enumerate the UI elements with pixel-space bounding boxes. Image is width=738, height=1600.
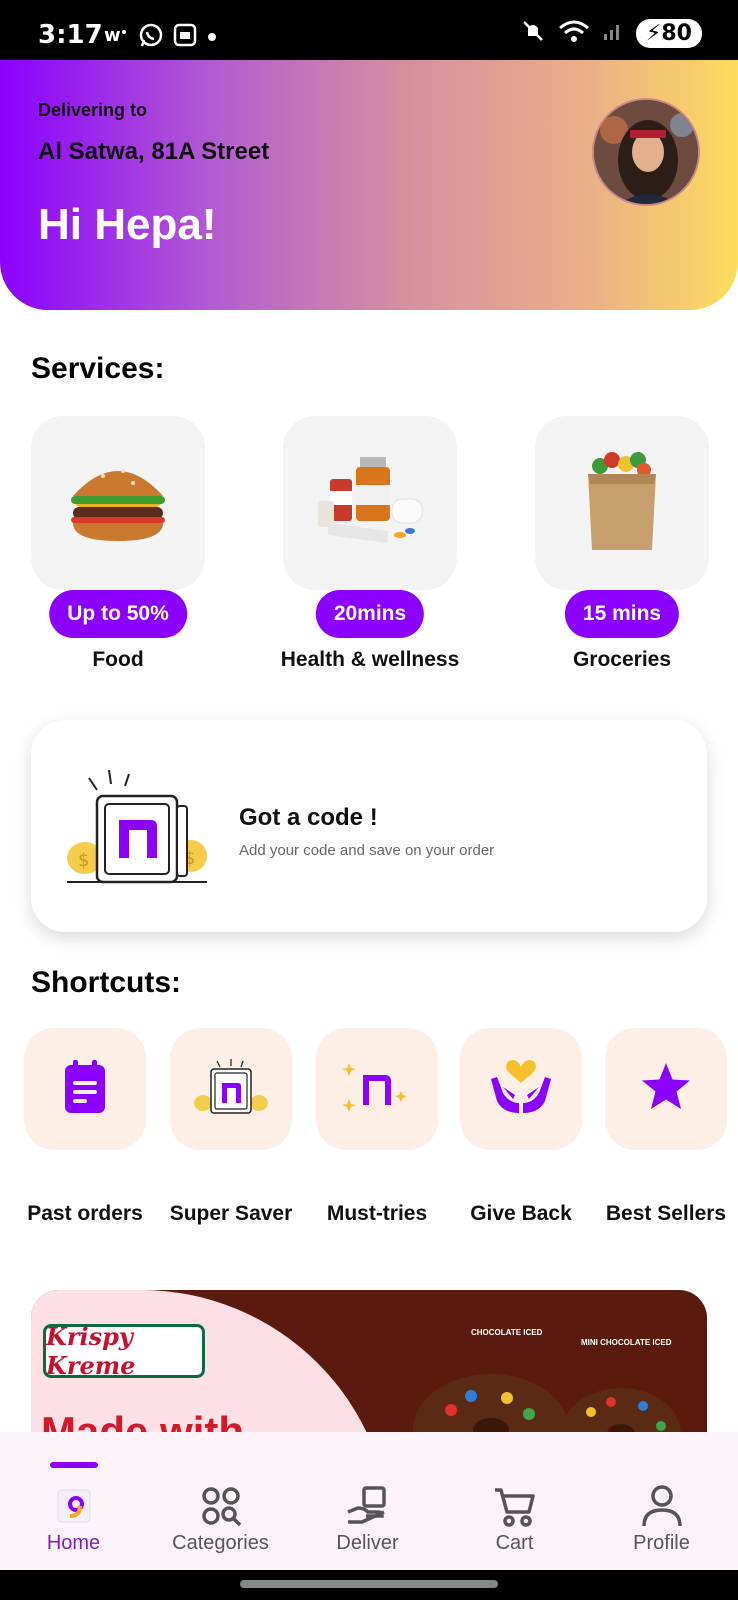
cart-icon bbox=[491, 1482, 539, 1530]
clipboard-icon bbox=[61, 1059, 109, 1120]
nav-deliver[interactable]: Deliver bbox=[294, 1432, 441, 1570]
star-icon bbox=[639, 1061, 693, 1118]
nav-cart[interactable]: Cart bbox=[441, 1432, 588, 1570]
safe-icon bbox=[193, 1058, 269, 1120]
banner-tag-chocolate: CHOCOLATE ICED bbox=[471, 1328, 543, 1337]
system-nav-bar bbox=[0, 1570, 738, 1600]
shortcut-give-back-label: Give Back bbox=[470, 1202, 572, 1225]
battery-level: 80 bbox=[661, 21, 692, 46]
service-health-label: Health & wellness bbox=[280, 648, 460, 671]
nav-categories-label: Categories bbox=[172, 1532, 269, 1554]
deliver-icon bbox=[344, 1482, 392, 1530]
services-title: Services: bbox=[31, 352, 165, 385]
service-health-badge: 20mins bbox=[315, 590, 425, 638]
nav-categories[interactable]: Categories bbox=[147, 1432, 294, 1570]
system-icons: ⚡80 bbox=[520, 18, 702, 49]
shortcuts-title: Shortcuts: bbox=[31, 966, 181, 999]
service-groceries-label: Groceries bbox=[572, 648, 672, 671]
bottom-navigation: Home Categories Deliver Cart Profile bbox=[0, 1432, 738, 1570]
wifi-icon bbox=[558, 18, 590, 49]
safe-coins-icon: $ $ bbox=[67, 768, 207, 893]
shortcut-must-tries-label: Must-tries bbox=[326, 1202, 428, 1225]
header-banner: Delivering to Al Satwa, 81A Street Hi He… bbox=[0, 60, 738, 310]
nav-active-indicator bbox=[49, 1462, 98, 1468]
nav-home-label: Home bbox=[46, 1532, 101, 1554]
service-food[interactable]: Up to 50% Food bbox=[31, 416, 205, 671]
svg-text:w: w bbox=[104, 25, 121, 46]
mute-icon bbox=[520, 18, 546, 49]
service-health-tile[interactable] bbox=[283, 416, 457, 590]
nav-profile-label: Profile bbox=[633, 1532, 690, 1554]
avatar[interactable] bbox=[592, 98, 700, 206]
home-app-icon bbox=[50, 1482, 98, 1530]
service-food-tile[interactable] bbox=[31, 416, 205, 590]
code-card-subtitle: Add your code and save on your order bbox=[239, 842, 495, 859]
dot-icon bbox=[206, 27, 218, 48]
battery-indicator: ⚡80 bbox=[635, 19, 702, 48]
shortcut-past-orders[interactable]: Past orders bbox=[24, 1028, 146, 1225]
burger-icon bbox=[63, 451, 173, 556]
brand-logo-text: Krispy Kreme bbox=[46, 1322, 136, 1380]
service-groceries-badge: 15 mins bbox=[564, 590, 680, 638]
shortcut-must-tries[interactable]: Must-tries bbox=[316, 1028, 438, 1225]
service-groceries[interactable]: 15 mins Groceries bbox=[535, 416, 709, 671]
nav-cart-label: Cart bbox=[495, 1532, 534, 1554]
signal-icon bbox=[602, 20, 624, 47]
promo-code-card[interactable]: $ $ Got a code ! Add your code and save … bbox=[31, 720, 707, 932]
banner-tag-mini: MINI CHOCOLATE ICED bbox=[581, 1338, 672, 1347]
code-card-title: Got a code ! bbox=[239, 804, 378, 831]
heart-hands-icon bbox=[489, 1059, 553, 1120]
shortcut-must-tries-tile[interactable] bbox=[316, 1028, 438, 1150]
home-gesture-bar[interactable] bbox=[240, 1580, 498, 1588]
nav-home[interactable]: Home bbox=[0, 1432, 147, 1570]
shortcut-super-saver-label: Super Saver bbox=[169, 1202, 293, 1225]
shortcut-past-orders-label: Past orders bbox=[27, 1202, 143, 1225]
delivering-label: Delivering to bbox=[38, 100, 148, 120]
medicine-icon bbox=[310, 451, 430, 556]
grocery-bag-icon bbox=[582, 446, 662, 561]
status-time: 3:17 bbox=[38, 20, 103, 50]
service-food-badge: Up to 50% bbox=[49, 590, 187, 638]
battery-icon: ⚡ bbox=[645, 21, 662, 46]
sparkle-n-icon bbox=[339, 1055, 415, 1124]
service-groceries-tile[interactable] bbox=[535, 416, 709, 590]
shortcut-give-back[interactable]: Give Back bbox=[460, 1028, 582, 1225]
categories-icon bbox=[197, 1482, 245, 1530]
shortcut-super-saver[interactable]: Super Saver bbox=[170, 1028, 292, 1225]
brand-logo: Krispy Kreme bbox=[43, 1322, 205, 1380]
shortcut-past-orders-tile[interactable] bbox=[24, 1028, 146, 1150]
shortcut-best-sellers-tile[interactable] bbox=[605, 1028, 727, 1150]
greeting: Hi Hepa! bbox=[38, 200, 217, 249]
nav-deliver-label: Deliver bbox=[336, 1532, 399, 1554]
wechat-icon: w bbox=[104, 24, 130, 51]
whatsapp-icon bbox=[138, 22, 164, 53]
shortcut-give-back-tile[interactable] bbox=[460, 1028, 582, 1150]
notification-icons: w bbox=[104, 22, 218, 53]
shortcut-best-sellers-label: Best Sellers bbox=[605, 1202, 727, 1225]
shortcut-best-sellers[interactable]: Best Sellers bbox=[605, 1028, 727, 1225]
service-health[interactable]: 20mins Health & wellness bbox=[281, 416, 459, 671]
service-food-label: Food bbox=[92, 648, 144, 671]
shortcut-super-saver-tile[interactable] bbox=[170, 1028, 292, 1150]
status-bar: 3:17 w ⚡80 bbox=[0, 0, 738, 60]
svg-text:$: $ bbox=[78, 850, 89, 871]
delivery-address[interactable]: Al Satwa, 81A Street bbox=[38, 138, 269, 166]
screenshot-icon bbox=[172, 22, 198, 53]
nav-profile[interactable]: Profile bbox=[588, 1432, 735, 1570]
profile-icon bbox=[638, 1482, 686, 1530]
